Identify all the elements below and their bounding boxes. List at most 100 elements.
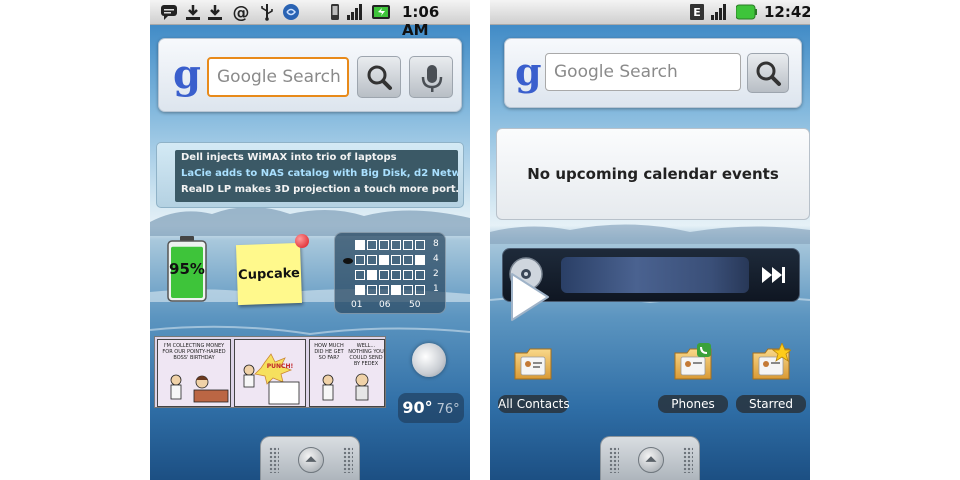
binary-grid-cell — [379, 255, 389, 265]
edge-network-icon: E — [690, 4, 704, 20]
column-label: 01 — [351, 300, 363, 310]
bluetooth-app-icon[interactable] — [282, 3, 300, 21]
search-placeholder: Google Search — [217, 67, 341, 87]
binary-grid-cell — [355, 285, 365, 295]
comic-punch-icon — [243, 353, 300, 405]
calendar-widget[interactable]: No upcoming calendar events — [496, 128, 810, 220]
app-drawer-button[interactable] — [298, 447, 324, 473]
shortcut-label: Phones — [658, 395, 728, 413]
news-headlines: Dell injects WiMAX into trio of laptops … — [175, 150, 458, 202]
binary-clock-widget[interactable]: 8 4 2 1 01 06 50 — [334, 232, 446, 314]
binary-grid-cell — [355, 240, 365, 250]
comic-panel-3: HOW MUCH DID HE GET SO FAR? WELL... NOTH… — [309, 339, 385, 407]
comic-figures-icon — [322, 373, 369, 401]
comic-strip-widget[interactable]: I'M COLLECTING MONEY FOR OUR POINTY-HAIR… — [154, 336, 386, 408]
clock-time: 1:06 AM — [402, 3, 440, 39]
grid-marker-icon — [343, 258, 353, 264]
download-complete-icon-2[interactable] — [206, 3, 224, 21]
binary-grid-cell — [403, 270, 413, 280]
news-widget[interactable]: Dell injects WiMAX into trio of laptops … — [156, 142, 464, 208]
grip-handle-icon — [343, 447, 353, 473]
binary-grid-cell — [379, 240, 389, 250]
headline-item[interactable]: LaCie adds to NAS catalog with Big Disk,… — [175, 166, 458, 182]
app-drawer-tray[interactable] — [260, 436, 360, 480]
phones-shortcut[interactable]: Phones — [658, 343, 728, 423]
microphone-icon — [421, 65, 443, 92]
voice-search-button[interactable] — [409, 56, 453, 98]
headline-item[interactable]: Dell injects WiMAX into trio of laptops — [175, 150, 458, 166]
binary-grid-cell — [391, 240, 401, 250]
phone-contacts-folder-icon — [674, 343, 712, 380]
signal-strength-icon — [711, 4, 726, 20]
battery-percent: 95% — [169, 260, 205, 278]
binary-grid-cell — [379, 285, 389, 295]
all-contacts-shortcut[interactable]: All Contacts — [498, 343, 570, 423]
chevron-up-icon — [645, 456, 657, 462]
search-button[interactable] — [357, 56, 401, 98]
search-placeholder: Google Search — [554, 62, 678, 82]
right-home-screen: E 12:42 g Google Search No upcoming cale… — [490, 0, 810, 480]
search-button[interactable] — [747, 53, 789, 93]
binary-grid-cell — [403, 255, 413, 265]
pushpin-icon — [295, 234, 309, 248]
shortcut-label: All Contacts — [498, 395, 570, 413]
vibrate-icon — [331, 4, 339, 20]
binary-grid-cell — [367, 270, 377, 280]
search-input[interactable]: Google Search — [207, 57, 349, 97]
binary-grid-cell — [391, 255, 401, 265]
chat-notification-icon[interactable] — [160, 3, 178, 21]
calendar-empty-message: No upcoming calendar events — [527, 165, 779, 183]
signal-strength-icon — [347, 4, 362, 20]
binary-grid-cell — [415, 285, 425, 295]
scale-label: 1 — [433, 284, 439, 294]
scale-label: 4 — [433, 254, 439, 264]
chevron-up-icon — [305, 456, 317, 462]
comic-figures-icon — [170, 374, 229, 403]
clock-time: 12:42 — [764, 3, 810, 21]
scale-label: 8 — [433, 239, 439, 249]
sticky-note[interactable]: Cupcake — [235, 242, 303, 306]
starred-shortcut[interactable]: Starred — [736, 343, 806, 423]
weather-widget[interactable]: 90° 76° — [398, 393, 464, 423]
download-complete-icon[interactable] — [184, 3, 202, 21]
app-drawer-tray[interactable] — [600, 436, 700, 480]
grip-handle-icon — [609, 447, 619, 473]
binary-grid-cell — [391, 270, 401, 280]
weather-low: 76° — [436, 402, 460, 417]
binary-grid-cell — [403, 240, 413, 250]
binary-grid-cell — [391, 285, 401, 295]
google-logo-icon: g — [515, 49, 542, 94]
column-label: 50 — [409, 300, 421, 310]
email-at-icon[interactable]: @ — [232, 3, 250, 21]
binary-grid-cell — [367, 240, 377, 250]
svg-text:@: @ — [233, 3, 250, 21]
weather-high: 90° — [402, 398, 433, 417]
battery-icon — [736, 4, 757, 20]
magnifier-icon — [756, 61, 781, 86]
battery-charging-icon — [372, 5, 390, 19]
moon-phase-icon[interactable] — [412, 343, 446, 377]
track-info-bar[interactable] — [561, 257, 749, 293]
usb-icon[interactable] — [258, 3, 276, 21]
battery-widget[interactable]: 95% — [166, 236, 208, 302]
left-home-screen: @ 1:06 AM g Google Search Dell injects W… — [150, 0, 470, 480]
svg-text:E: E — [693, 6, 701, 19]
column-label: 06 — [379, 300, 391, 310]
google-search-widget: g Google Search — [158, 38, 462, 112]
binary-grid-cell — [415, 255, 425, 265]
comic-panel-2: PUNCH! — [234, 339, 306, 407]
binary-grid-cell — [367, 255, 377, 265]
shortcut-label: Starred — [736, 395, 806, 413]
grip-handle-icon — [269, 447, 279, 473]
app-drawer-button[interactable] — [638, 447, 664, 473]
status-bar: E 12:42 — [490, 0, 810, 25]
play-button[interactable] — [506, 270, 552, 324]
next-track-button[interactable] — [758, 263, 788, 287]
headline-item[interactable]: RealD LP makes 3D projection a touch mor… — [175, 182, 458, 198]
sticky-note-text: Cupcake — [237, 265, 301, 283]
binary-grid-cell — [403, 285, 413, 295]
binary-grid-cell — [355, 255, 365, 265]
binary-grid-cell — [379, 270, 389, 280]
search-input[interactable]: Google Search — [545, 53, 741, 91]
contacts-folder-icon — [514, 348, 552, 380]
